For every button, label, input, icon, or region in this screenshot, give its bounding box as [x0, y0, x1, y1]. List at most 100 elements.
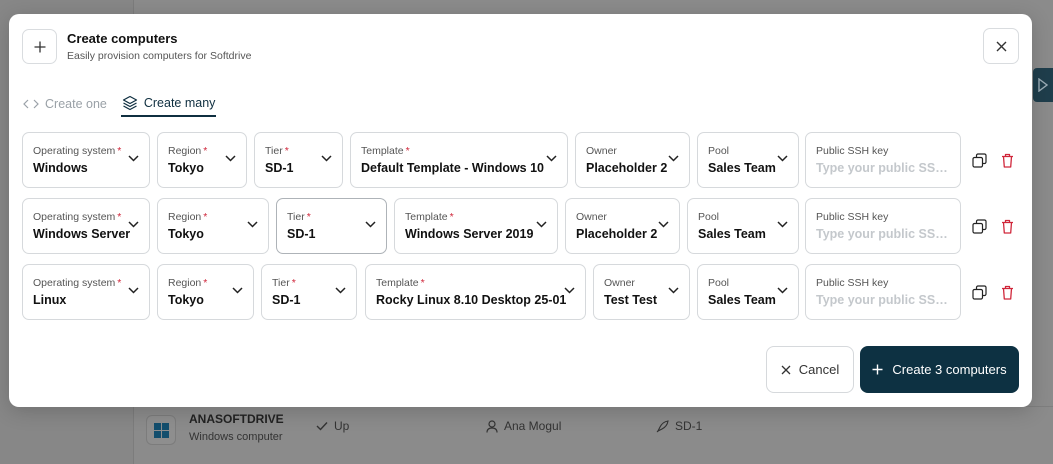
copy-icon: [971, 284, 987, 300]
os-label: Operating system: [33, 145, 116, 157]
os-select[interactable]: Operating system * Linux: [22, 264, 150, 320]
tab-create-many[interactable]: Create many: [120, 90, 217, 117]
computer-tier-label: SD-1: [675, 419, 703, 433]
owner-select[interactable]: Owner Test Test: [593, 264, 690, 320]
ssh-key-placeholder: Type your public SSH key: [816, 161, 954, 175]
trash-icon: [1001, 153, 1013, 168]
plus-icon: [22, 29, 57, 64]
tier-label: Tier: [272, 277, 290, 289]
template-label: Template: [376, 277, 419, 289]
duplicate-row-button[interactable]: [969, 282, 989, 302]
code-icon: [23, 99, 39, 108]
chevron-down-icon: [777, 221, 788, 228]
region-select[interactable]: Region * Tokyo: [157, 264, 254, 320]
ssh-key-placeholder: Type your public SSH key: [816, 293, 954, 307]
layers-icon: [122, 95, 137, 110]
mode-tabs: Create one Create many: [22, 90, 217, 117]
os-label: Operating system: [33, 277, 116, 289]
template-select[interactable]: Template * Rocky Linux 8.10 Desktop 25-01: [365, 264, 586, 320]
chevron-down-icon: [128, 287, 139, 294]
ssh-key-label: Public SSH key: [816, 145, 889, 157]
ssh-key-placeholder: Type your public SSH key: [816, 227, 954, 241]
pool-select[interactable]: Pool Sales Team: [687, 198, 799, 254]
ssh-key-input[interactable]: Public SSH key Type your public SSH key: [805, 132, 961, 188]
delete-row-button[interactable]: [997, 216, 1017, 236]
trash-icon: [1001, 219, 1013, 234]
tier-value: SD-1: [287, 227, 316, 241]
dialog-subtitle: Easily provision computers for Softdrive: [67, 50, 252, 62]
delete-row-button[interactable]: [997, 282, 1017, 302]
template-label: Template: [361, 145, 404, 157]
owner-select[interactable]: Owner Placeholder 2: [565, 198, 680, 254]
windows-logo-icon: [146, 415, 176, 445]
os-value: Linux: [33, 293, 67, 307]
region-select[interactable]: Region * Tokyo: [157, 132, 247, 188]
pool-label: Pool: [708, 145, 730, 157]
chevron-down-icon: [335, 287, 346, 294]
ssh-key-input[interactable]: Public SSH key Type your public SSH key: [805, 264, 961, 320]
ssh-key-label: Public SSH key: [816, 277, 889, 289]
region-select[interactable]: Region * Tokyo: [157, 198, 269, 254]
pool-value: Sales Team: [698, 227, 766, 241]
chevron-down-icon: [777, 287, 788, 294]
tier-label: Tier: [287, 211, 305, 223]
chevron-down-icon: [128, 155, 139, 162]
owner-label: Owner: [586, 145, 617, 157]
owner-select[interactable]: Owner Placeholder 2: [575, 132, 690, 188]
pool-label: Pool: [708, 277, 730, 289]
chevron-down-icon: [658, 221, 669, 228]
os-select[interactable]: Operating system * Windows: [22, 132, 150, 188]
computer-subtitle: Windows computer: [189, 431, 283, 443]
dialog-title: Create computers: [67, 31, 178, 46]
trash-icon: [1001, 285, 1013, 300]
tier-select[interactable]: Tier * SD-1: [276, 198, 387, 254]
create-computers-dialog: Create computers Easily provision comput…: [9, 14, 1032, 407]
rocket-icon: [656, 419, 669, 432]
pool-label: Pool: [698, 211, 720, 223]
region-value: Tokyo: [168, 293, 204, 307]
owner-value: Test Test: [604, 293, 658, 307]
owner-label: Owner: [604, 277, 635, 289]
tier-label: Tier: [265, 145, 283, 157]
owner-value: Placeholder 2: [586, 161, 668, 175]
chevron-down-icon: [668, 287, 679, 294]
computer-status: Up: [316, 419, 349, 433]
chevron-down-icon: [321, 155, 332, 162]
cancel-button[interactable]: Cancel: [766, 346, 854, 393]
create-computers-button[interactable]: Create 3 computers: [860, 346, 1019, 393]
chevron-down-icon: [777, 155, 788, 162]
chevron-down-icon: [668, 155, 679, 162]
tier-select[interactable]: Tier * SD-1: [254, 132, 343, 188]
create-computers-button-label: Create 3 computers: [892, 362, 1007, 377]
region-value: Tokyo: [168, 227, 204, 241]
tier-select[interactable]: Tier * SD-1: [261, 264, 357, 320]
computer-status-label: Up: [334, 419, 350, 433]
close-button[interactable]: [983, 28, 1019, 64]
template-select[interactable]: Template * Windows Server 2019: [394, 198, 558, 254]
duplicate-row-button[interactable]: [969, 150, 989, 170]
background-play-button: [1033, 68, 1053, 102]
user-icon: [486, 419, 498, 433]
template-select[interactable]: Template * Default Template - Windows 10: [350, 132, 568, 188]
pool-value: Sales Team: [708, 161, 776, 175]
duplicate-row-button[interactable]: [969, 216, 989, 236]
region-label: Region: [168, 211, 202, 223]
owner-label: Owner: [576, 211, 607, 223]
ssh-key-input[interactable]: Public SSH key Type your public SSH key: [805, 198, 961, 254]
cancel-button-label: Cancel: [798, 362, 840, 377]
delete-row-button[interactable]: [997, 150, 1017, 170]
template-value: Windows Server 2019: [405, 227, 534, 241]
os-select[interactable]: Operating system * Windows Server: [22, 198, 150, 254]
pool-select[interactable]: Pool Sales Team: [697, 264, 799, 320]
tab-create-many-label: Create many: [143, 95, 216, 110]
chevron-down-icon: [128, 221, 139, 228]
chevron-down-icon: [365, 221, 376, 228]
owner-value: Placeholder 2: [576, 227, 658, 241]
copy-icon: [971, 152, 987, 168]
region-label: Region: [168, 277, 202, 289]
template-label: Template: [405, 211, 448, 223]
pool-select[interactable]: Pool Sales Team: [697, 132, 799, 188]
copy-icon: [971, 218, 987, 234]
chevron-down-icon: [536, 221, 547, 228]
tab-create-one[interactable]: Create one: [22, 90, 108, 117]
